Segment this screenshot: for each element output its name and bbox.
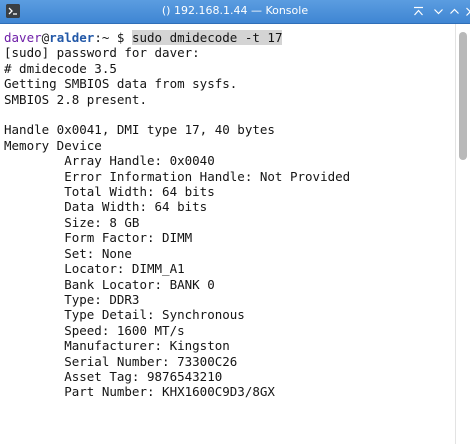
output-line: Bank Locator: BANK 0 xyxy=(4,276,215,292)
output-line: Error Information Handle: Not Provided xyxy=(4,168,351,184)
prompt-user: daver xyxy=(4,30,42,45)
output-line: Serial Number: 73300C26 xyxy=(4,353,238,369)
output-line: Type: DDR3 xyxy=(4,291,140,307)
output-line: Array Handle: 0x0040 xyxy=(4,153,215,169)
prompt-host: ralder xyxy=(49,30,95,45)
output-line: Data Width: 64 bits xyxy=(4,199,208,215)
maximize-icon[interactable] xyxy=(447,4,462,19)
output-line: Handle 0x0041, DMI type 17, 40 bytes xyxy=(4,122,275,138)
close-icon[interactable] xyxy=(463,4,470,19)
prompt-path: :~ $ xyxy=(94,30,132,45)
keep-above-icon[interactable] xyxy=(411,4,426,19)
output-line: Part Number: KHX1600C9D3/8GX xyxy=(4,384,275,400)
vertical-scrollbar[interactable] xyxy=(455,24,470,444)
window-title: () 192.168.1.44 — Konsole xyxy=(161,4,309,17)
title-bar[interactable]: () 192.168.1.44 — Konsole xyxy=(0,0,470,24)
scrollbar-thumb[interactable] xyxy=(459,32,467,160)
terminal-output[interactable]: daver@ralder:~ $ sudo dmidecode -t 17 [s… xyxy=(0,24,455,444)
output-line: [sudo] password for daver: xyxy=(4,45,200,61)
output-line: Asset Tag: 9876543210 xyxy=(4,368,223,384)
output-line: Manufacturer: Kingston xyxy=(4,338,230,354)
prompt-line: daver@ralder:~ $ sudo dmidecode -t 17 xyxy=(4,30,455,45)
output-line: Form Factor: DIMM xyxy=(4,230,193,246)
minimize-icon[interactable] xyxy=(431,4,446,19)
output-line: Getting SMBIOS data from sysfs. xyxy=(4,76,238,92)
output-line: Set: None xyxy=(4,245,132,261)
output-line: Speed: 1600 MT/s xyxy=(4,322,185,338)
output-line: Type Detail: Synchronous xyxy=(4,307,245,323)
output-line: Locator: DIMM_A1 xyxy=(4,261,185,277)
command-text: sudo dmidecode -t 17 xyxy=(131,30,283,45)
output-line: # dmidecode 3.5 xyxy=(4,60,117,76)
output-line: Memory Device xyxy=(4,137,102,153)
output-line: SMBIOS 2.8 present. xyxy=(4,91,147,107)
output-line: Total Width: 64 bits xyxy=(4,184,215,200)
output-line: Size: 8 GB xyxy=(4,214,140,230)
konsole-window: () 192.168.1.44 — Konsole daver@ralder:~… xyxy=(0,0,470,444)
